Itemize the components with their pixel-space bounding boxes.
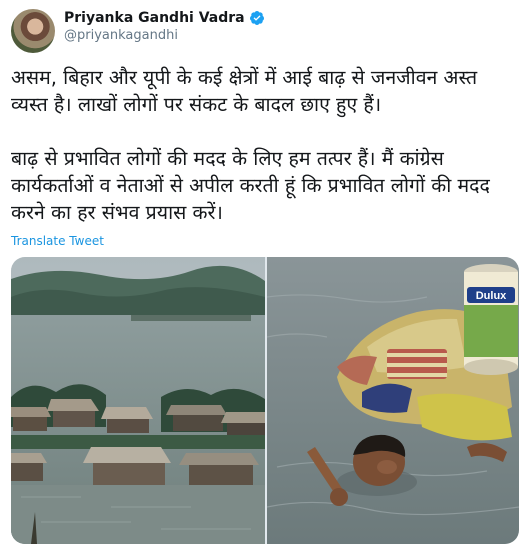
translate-tweet-link[interactable]: Translate Tweet: [11, 234, 104, 248]
tweet-media: Dulux: [11, 257, 519, 544]
tweet-author: Priyanka Gandhi Vadra @priyankagandhi: [64, 10, 265, 43]
author-name-row: Priyanka Gandhi Vadra: [64, 10, 265, 26]
tweet-paragraph-2: बाढ़ से प्रभावित लोगों की मदद के लिए हम …: [11, 147, 490, 224]
author-name[interactable]: Priyanka Gandhi Vadra: [64, 10, 245, 26]
paint-can: Dulux: [464, 264, 518, 375]
verified-badge-icon: [249, 10, 265, 26]
tweet-text: असम, बिहार और यूपी के कई क्षेत्रों में आ…: [11, 64, 516, 226]
paint-can-label: Dulux: [476, 290, 507, 302]
flood-village-photo[interactable]: [11, 257, 265, 544]
tweet-card: Priyanka Gandhi Vadra @priyankagandhi अस…: [0, 0, 529, 553]
tweet-paragraph-1: असम, बिहार और यूपी के कई क्षेत्रों में आ…: [11, 66, 478, 116]
man-in-floodwater-photo[interactable]: Dulux: [267, 257, 519, 544]
author-handle[interactable]: @priyankagandhi: [64, 28, 265, 43]
avatar[interactable]: [11, 9, 55, 53]
